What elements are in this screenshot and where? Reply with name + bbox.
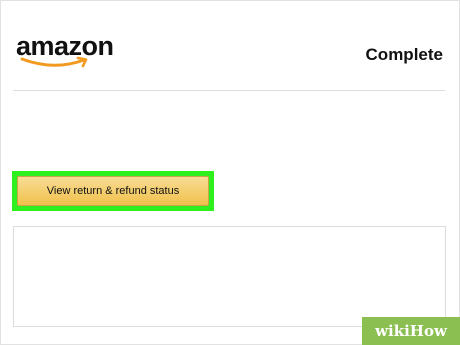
order-status-label: Complete <box>365 45 443 64</box>
header-divider <box>13 90 445 91</box>
amazon-logo[interactable]: amazon <box>16 31 114 71</box>
view-return-refund-status-button[interactable]: View return & refund status <box>17 176 209 206</box>
page-frame: amazon Complete View return & refund sta… <box>0 0 460 345</box>
details-panel <box>13 226 446 327</box>
amazon-smile-icon <box>20 56 88 68</box>
wikihow-watermark: wikiHow <box>362 317 460 345</box>
